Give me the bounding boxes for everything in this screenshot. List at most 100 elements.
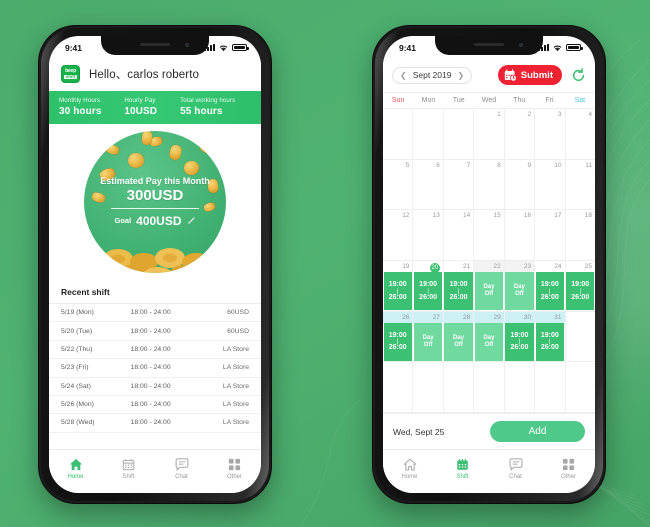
calendar-day-cell[interactable]: 27 Day Off — [413, 311, 444, 362]
table-row[interactable]: 5/23 (Fri) 18:00 - 24:00 LA Store — [49, 359, 261, 378]
calendar-day-cell[interactable]: 20 19:00 | 26:00 — [413, 261, 444, 311]
chevron-right-icon[interactable]: ❯ — [457, 71, 464, 80]
status-bar: 9:41 — [49, 36, 261, 59]
shift-event-block[interactable]: 19:00 | 26:00 — [535, 272, 565, 311]
greeting-text: Hello、carlos roberto — [89, 69, 200, 81]
shift-event-block[interactable]: 19:00 | 26:00 — [505, 322, 534, 361]
calendar-day-cell[interactable]: 10 — [535, 159, 566, 210]
calendar-day-cell[interactable]: 9 — [505, 159, 536, 210]
chevron-left-icon[interactable]: ❮ — [400, 71, 407, 80]
shift-start-time: 19:00 — [540, 281, 559, 289]
status-icons — [538, 43, 583, 52]
calendar-day-cell[interactable]: 29 Day Off — [474, 311, 505, 362]
shift-event-block[interactable]: 19:00 | 26:00 — [535, 322, 565, 361]
shift-time: 18:00 - 24:00 — [130, 401, 171, 409]
tab-home[interactable]: Home — [49, 457, 102, 480]
calendar-day-cell[interactable]: 6 — [413, 159, 444, 210]
calendar-day-cell[interactable]: 18 — [566, 210, 595, 260]
calendar-day-cell[interactable]: 22 Day Off — [474, 261, 505, 311]
calendar-week-row: 26 19:00 | 26:00 27 Day Off 28 Day Off 29 Day Off 30 1… — [383, 311, 595, 363]
shift-event-block[interactable]: 19:00 | 26:00 — [413, 272, 443, 311]
calendar-day-cell[interactable]: 7 — [444, 159, 475, 210]
calendar-day-cell[interactable]: 17 — [535, 210, 566, 261]
tab-shift[interactable]: Shift — [102, 457, 155, 480]
day-off-block[interactable]: Day Off — [444, 322, 473, 361]
shift-start-time: 19:00 — [388, 331, 407, 339]
calendar-day-cell[interactable]: 4 — [566, 109, 595, 159]
add-button[interactable]: Add — [490, 421, 585, 442]
status-time: 9:41 — [399, 42, 417, 53]
tab-chat[interactable]: Chat — [489, 457, 542, 480]
shift-event-block[interactable]: 19:00 | 26:00 — [444, 272, 473, 311]
goal-row[interactable]: Goal 400USD — [84, 214, 226, 228]
table-row[interactable]: 5/26 (Mon) 18:00 - 24:00 LA Store — [49, 396, 261, 415]
calendar-day-cell[interactable]: 12 — [383, 210, 414, 261]
goal-label: Goal — [114, 216, 132, 225]
calendar-day-cell[interactable]: 23 Day Off — [504, 261, 536, 311]
battery-icon — [566, 43, 583, 52]
shift-start-time: 19:00 — [540, 331, 559, 339]
calendar-day-cell[interactable]: 26 19:00 | 26:00 — [383, 311, 414, 362]
chat-icon — [509, 457, 523, 472]
calendar-day-number: 23 — [504, 261, 535, 273]
app-logo-icon: beep shift — [61, 65, 80, 83]
tab-home[interactable]: Home — [383, 457, 436, 480]
tab-other[interactable]: Other — [542, 457, 595, 480]
table-row[interactable]: 5/24 (Sat) 18:00 - 24:00 LA Store — [49, 378, 261, 396]
calendar-day-cell[interactable]: 13 — [413, 210, 444, 261]
calendar-empty-cell — [505, 362, 536, 413]
tab-shift[interactable]: Shift — [436, 457, 489, 480]
calendar-day-cell[interactable]: 16 — [505, 210, 536, 261]
submit-button[interactable]: Submit — [497, 65, 562, 85]
day-off-block[interactable]: Day Off — [474, 272, 504, 311]
calendar-day-cell[interactable]: 21 19:00 | 26:00 — [444, 261, 475, 311]
right-screen: 9:41 ❮ Sept 2019 ❯ Submit Sun Mon Tue We… — [383, 36, 595, 493]
shift-start-time: 19:00 — [388, 281, 407, 289]
calendar-day-cell[interactable]: 19 19:00 | 26:00 — [383, 261, 414, 311]
calendar-day-cell[interactable]: 31 19:00 | 26:00 — [535, 311, 566, 362]
refresh-icon[interactable] — [571, 67, 586, 83]
calendar-day-cell[interactable]: 25 19:00 | 26:00 — [566, 261, 595, 311]
calendar-week-row: 19 19:00 | 26:00 20 19:00 | 26:00 21 19:00 | 26:00 2… — [383, 261, 595, 312]
calendar-day-cell[interactable]: 2 — [505, 109, 536, 159]
calendar-day-cell[interactable]: 14 — [444, 210, 475, 261]
tab-label: Other — [226, 474, 242, 481]
calendar-week-row: 1 2 3 4 — [383, 109, 595, 160]
coin-icon — [128, 152, 144, 168]
calendar-day-number: 10 — [554, 161, 562, 169]
shift-event-block[interactable]: 19:00 | 26:00 — [566, 272, 595, 311]
shift-event-block[interactable]: 19:00 | 26:00 — [383, 272, 412, 311]
table-row[interactable]: 5/20 (Tue) 18:00 - 24:00 60USD — [49, 322, 261, 341]
grid-icon — [562, 457, 575, 472]
calendar-day-cell[interactable]: 30 19:00 | 26:00 — [504, 311, 536, 362]
calendar-day-number: 17 — [554, 212, 562, 220]
calendar-day-number: 12 — [402, 212, 410, 220]
pencil-icon[interactable] — [187, 216, 196, 225]
day-off-block[interactable]: Day Off — [505, 272, 534, 311]
day-off-block[interactable]: Day Off — [474, 322, 504, 361]
shift-meta: LA Store — [222, 382, 249, 390]
shift-date: 5/26 (Mon) — [61, 401, 94, 409]
tab-other[interactable]: Other — [208, 457, 261, 481]
calendar-day-number: 25 — [584, 263, 592, 271]
calendar-day-cell[interactable]: 5 — [383, 159, 414, 210]
month-selector[interactable]: ❮ Sept 2019 ❯ — [392, 66, 473, 84]
tab-chat[interactable]: Chat — [155, 457, 208, 480]
calendar-day-cell[interactable]: 28 Day Off — [443, 311, 475, 362]
shift-meta: LA Store — [222, 345, 249, 353]
calendar-clock-icon — [504, 68, 517, 81]
table-row[interactable]: 5/19 (Mon) 18:00 - 24:00 60USD — [49, 304, 261, 323]
day-off-block[interactable]: Day Off — [413, 322, 443, 361]
calendar-day-cell[interactable]: 1 — [474, 109, 505, 159]
calendar-day-cell[interactable]: 24 19:00 | 26:00 — [535, 261, 566, 311]
chat-icon — [175, 457, 189, 472]
calendar-day-cell[interactable]: 8 — [474, 159, 505, 210]
shift-time: 18:00 - 24:00 — [130, 309, 171, 317]
table-row[interactable]: 5/22 (Thu) 18:00 - 24:00 LA Store — [49, 341, 261, 360]
calendar-day-cell[interactable]: 11 — [566, 160, 595, 210]
home-icon — [69, 457, 83, 472]
table-row[interactable]: 5/28 (Wed) 18:00 - 24:00 LA Store — [49, 414, 261, 433]
calendar-day-cell[interactable]: 15 — [474, 210, 505, 261]
shift-event-block[interactable]: 19:00 | 26:00 — [383, 322, 412, 361]
calendar-day-cell[interactable]: 3 — [535, 109, 566, 159]
